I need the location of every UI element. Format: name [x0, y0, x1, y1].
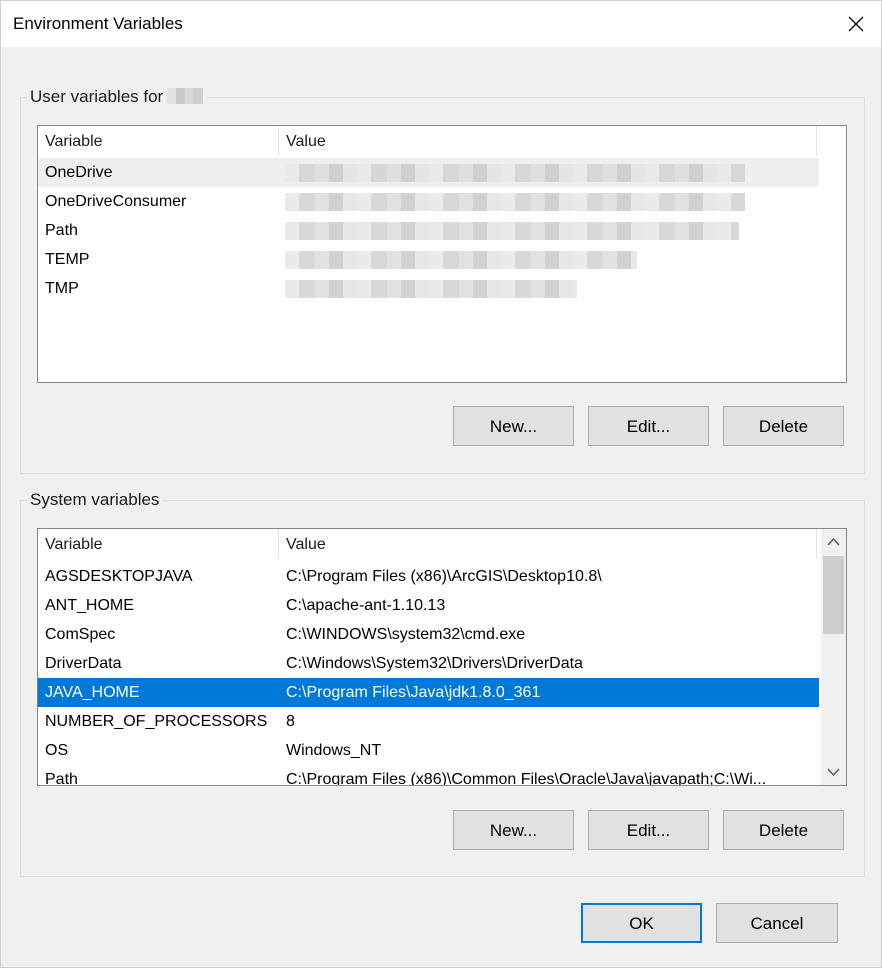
- system-variables-list[interactable]: Variable Value AGSDESKTOPJAVA C:\Program…: [37, 528, 847, 786]
- user-row-temp[interactable]: TEMP: [38, 245, 819, 274]
- system-row-driverdata[interactable]: DriverData C:\Windows\System32\Drivers\D…: [38, 649, 819, 678]
- row-variable: JAVA_HOME: [45, 684, 140, 701]
- row-variable: ANT_HOME: [45, 597, 134, 614]
- row-variable: OneDrive: [45, 164, 113, 181]
- header-variable[interactable]: Variable: [38, 126, 279, 156]
- header-value[interactable]: Value: [279, 126, 817, 156]
- system-row-path[interactable]: Path C:\Program Files (x86)\Common Files…: [38, 765, 819, 786]
- close-button[interactable]: [839, 7, 873, 41]
- system-delete-button[interactable]: Delete: [723, 810, 844, 850]
- row-variable: Path: [45, 771, 78, 786]
- user-row-onedriveconsumer[interactable]: OneDriveConsumer: [38, 187, 819, 216]
- system-row-java-home[interactable]: JAVA_HOME C:\Program Files\Java\jdk1.8.0…: [38, 678, 819, 707]
- row-variable: NUMBER_OF_PROCESSORS: [45, 713, 268, 730]
- scroll-thumb[interactable]: [823, 556, 844, 634]
- row-value: C:\apache-ant-1.10.13: [286, 597, 446, 614]
- row-variable: OS: [45, 742, 69, 759]
- scroll-down-button[interactable]: [821, 760, 846, 785]
- row-variable: Path: [45, 222, 78, 239]
- row-value: C:\Program Files\Java\jdk1.8.0_361: [286, 684, 541, 701]
- user-new-button[interactable]: New...: [453, 406, 574, 446]
- user-row-tmp[interactable]: TMP: [38, 274, 819, 303]
- redacted-username: [167, 88, 204, 104]
- user-list-header: Variable Value: [38, 126, 846, 156]
- user-variables-label: User variables for: [27, 87, 207, 107]
- user-variables-group: User variables for Variable Value OneDri…: [20, 87, 865, 474]
- system-row-agsdesktopjava[interactable]: AGSDESKTOPJAVA C:\Program Files (x86)\Ar…: [38, 562, 819, 591]
- user-variables-list[interactable]: Variable Value OneDrive OneDriveConsumer…: [37, 125, 847, 383]
- redacted-value: [285, 164, 745, 182]
- redacted-value: [285, 222, 739, 240]
- scroll-up-button[interactable]: [821, 529, 846, 554]
- system-variables-group: System variables Variable Value AGSDESKT…: [20, 490, 865, 877]
- close-icon: [848, 16, 864, 32]
- cancel-button[interactable]: Cancel: [716, 903, 838, 943]
- row-variable: OneDriveConsumer: [45, 193, 187, 210]
- row-variable: ComSpec: [45, 626, 116, 643]
- system-list-header: Variable Value: [38, 529, 821, 559]
- user-row-path[interactable]: Path: [38, 216, 819, 245]
- user-edit-button[interactable]: Edit...: [588, 406, 709, 446]
- system-edit-button[interactable]: Edit...: [588, 810, 709, 850]
- system-variables-label: System variables: [27, 490, 163, 510]
- redacted-value: [285, 251, 637, 269]
- row-variable: TMP: [45, 280, 79, 297]
- system-row-number-of-processors[interactable]: NUMBER_OF_PROCESSORS 8: [38, 707, 819, 736]
- row-value: C:\Windows\System32\Drivers\DriverData: [286, 655, 583, 672]
- row-variable: DriverData: [45, 655, 122, 672]
- row-value: 8: [286, 713, 295, 730]
- system-new-button[interactable]: New...: [453, 810, 574, 850]
- ok-button[interactable]: OK: [581, 903, 702, 943]
- row-variable: TEMP: [45, 251, 90, 268]
- system-list-scrollbar[interactable]: [821, 529, 846, 785]
- chevron-up-icon: [827, 537, 840, 546]
- title-bar: Environment Variables: [1, 1, 881, 47]
- user-delete-button[interactable]: Delete: [723, 406, 844, 446]
- header-variable[interactable]: Variable: [38, 529, 279, 559]
- row-value: Windows_NT: [286, 742, 382, 759]
- system-row-ant-home[interactable]: ANT_HOME C:\apache-ant-1.10.13: [38, 591, 819, 620]
- system-row-os[interactable]: OS Windows_NT: [38, 736, 819, 765]
- row-value: C:\WINDOWS\system32\cmd.exe: [286, 626, 526, 643]
- user-row-onedrive[interactable]: OneDrive: [38, 158, 819, 187]
- redacted-value: [285, 193, 745, 211]
- header-value[interactable]: Value: [279, 529, 817, 559]
- row-value: C:\Program Files (x86)\Common Files\Orac…: [286, 771, 767, 786]
- row-variable: AGSDESKTOPJAVA: [45, 568, 193, 585]
- row-value: C:\Program Files (x86)\ArcGIS\Desktop10.…: [286, 568, 602, 585]
- chevron-down-icon: [827, 768, 840, 777]
- redacted-value: [285, 280, 577, 298]
- window-title: Environment Variables: [13, 14, 183, 33]
- environment-variables-dialog: Environment Variables User variables for…: [0, 0, 882, 968]
- system-row-comspec[interactable]: ComSpec C:\WINDOWS\system32\cmd.exe: [38, 620, 819, 649]
